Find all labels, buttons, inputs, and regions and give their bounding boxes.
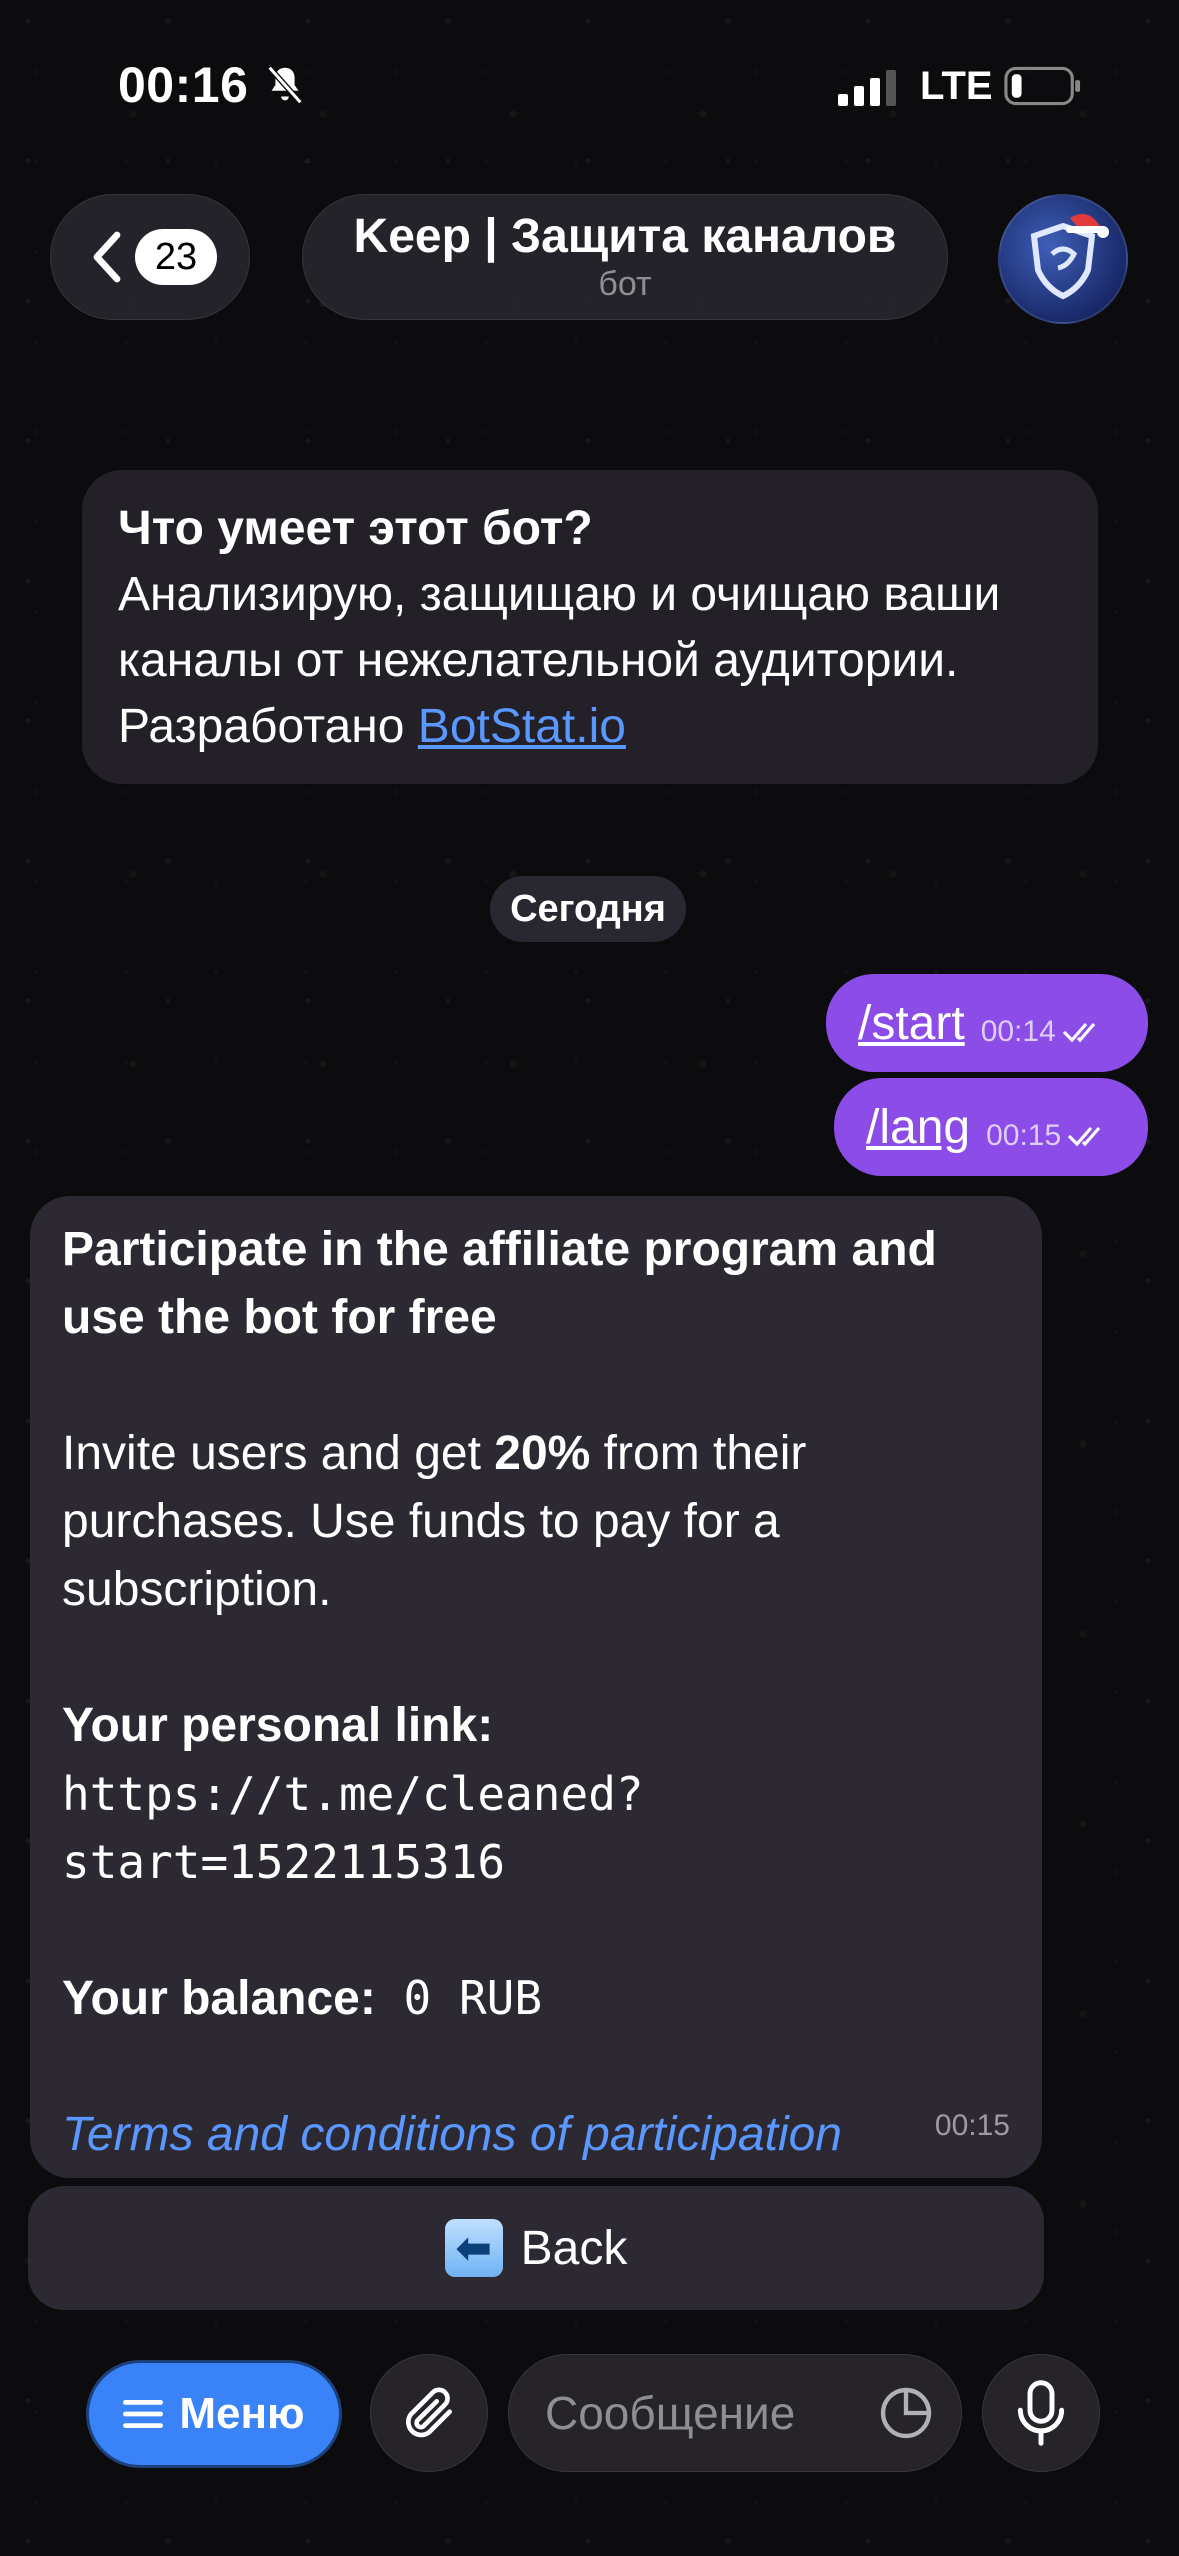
command-text[interactable]: /lang [866, 1100, 970, 1155]
inline-back-button[interactable]: ⬅ Back [28, 2186, 1044, 2310]
message-title: use the bot for free [62, 1291, 497, 1344]
message-time: 00:14 [980, 1015, 1056, 1048]
battery-icon [1004, 66, 1081, 106]
menu-lines-icon [123, 2400, 164, 2428]
bot-intro-card: Что умеет этот бот? Анализирую, защищаю … [82, 470, 1098, 784]
read-ticks-icon [1062, 1022, 1095, 1043]
invite-text: subscription. [62, 1563, 332, 1616]
commission-percent: 20% [494, 1427, 591, 1480]
botstat-link[interactable]: BotStat.io [418, 700, 626, 753]
intro-line: каналы от нежелательной аудитории. [118, 634, 959, 687]
outgoing-message[interactable]: /start 00:14 [826, 974, 1148, 1072]
shield-logo-icon [1030, 214, 1109, 300]
invite-text: Invite users and get 20% from their [62, 1420, 1010, 1488]
personal-link[interactable]: start=1522115316 [62, 1828, 1010, 1896]
command-text[interactable]: /start [858, 996, 965, 1051]
message-placeholder: Сообщение [545, 2387, 796, 2439]
message-input[interactable]: Сообщение [508, 2354, 962, 2472]
intro-line: Разработано BotStat.io [118, 694, 1062, 760]
back-arrow-icon: ⬅ [444, 2219, 503, 2277]
balance-line: Your balance: 0 RUB [62, 1964, 1010, 2033]
outgoing-message[interactable]: /lang 00:15 [834, 1078, 1148, 1176]
unread-count-badge: 23 [135, 229, 217, 285]
bell-off-icon [267, 65, 303, 105]
intro-title: Что умеет этот бот? [118, 502, 593, 555]
chevron-left-icon [93, 231, 121, 283]
message-time: 00:15 [986, 1119, 1062, 1152]
message-title: Participate in the affiliate program and [62, 1223, 937, 1276]
terms-link[interactable]: Terms and conditions of participation [62, 2101, 1010, 2169]
personal-link[interactable]: https://t.me/cleaned? [62, 1760, 1010, 1828]
balance-label: Your balance: [62, 1972, 376, 2025]
invite-prefix: Invite users and get [62, 1427, 495, 1480]
balance-value: 0 RUB [375, 1971, 543, 2025]
intro-line: Анализирую, защищаю и очищаю ваши [118, 568, 1001, 621]
menu-button[interactable]: Меню [86, 2360, 342, 2468]
status-time: 00:16 [118, 57, 249, 113]
sticker-icon[interactable] [877, 2384, 935, 2442]
bot-avatar[interactable] [998, 194, 1128, 324]
read-ticks-icon [1068, 1126, 1101, 1147]
attach-button[interactable] [370, 2354, 488, 2472]
signal-icon [838, 70, 896, 106]
message-time: 00:15 [934, 2109, 1010, 2142]
chat-title: Keep | Защита каналов [353, 210, 897, 263]
microphone-icon [1017, 2380, 1065, 2446]
chat-title-button[interactable]: Keep | Защита каналов бот [302, 194, 948, 320]
chat-subtitle: бот [598, 265, 652, 303]
back-button[interactable]: 23 [50, 194, 250, 320]
intro-text: Разработано [118, 700, 418, 753]
invite-suffix: from their [590, 1427, 807, 1480]
back-button-label: Back [520, 2221, 628, 2275]
paperclip-icon [406, 2387, 452, 2438]
bot-message: Participate in the affiliate program and… [30, 1196, 1042, 2178]
invite-text: purchases. Use funds to pay for a [62, 1495, 780, 1548]
personal-link-label: Your personal link: [62, 1699, 494, 1752]
voice-button[interactable] [982, 2354, 1100, 2472]
date-separator: Сегодня [490, 876, 686, 942]
menu-label: Меню [179, 2389, 305, 2438]
network-type: LTE [920, 64, 993, 108]
